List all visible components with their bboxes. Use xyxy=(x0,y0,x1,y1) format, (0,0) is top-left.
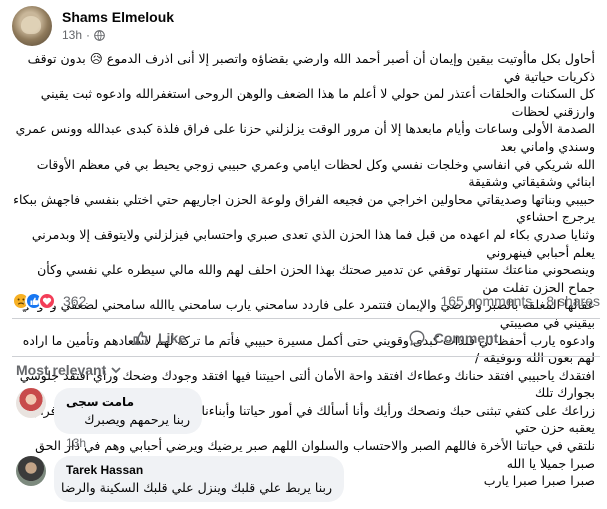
commenter-avatar[interactable] xyxy=(16,388,46,418)
comment-bubble: مامت سجى ربنا يرحمهم ويصبرك xyxy=(54,388,202,434)
divider xyxy=(12,318,600,319)
commenter-name[interactable]: Tarek Hassan xyxy=(66,463,332,477)
chevron-down-icon xyxy=(111,367,121,374)
post-text-line: الله شريكي في انفاسي وخلجات نفسي وكل لحظ… xyxy=(36,156,595,190)
love-reaction-icon xyxy=(38,292,56,310)
comment-label: Comment xyxy=(433,330,499,346)
author-avatar[interactable] xyxy=(12,6,52,46)
comment-sort-dropdown[interactable]: Most relevant xyxy=(16,362,122,378)
post-time[interactable]: 13h xyxy=(62,28,82,42)
comment-time[interactable]: 13h xyxy=(66,436,86,450)
comment-icon xyxy=(409,330,425,346)
post-text-line: كل السكنات والحلقات أعتذر لمن حولي لا أع… xyxy=(40,86,595,119)
reaction-summary[interactable]: 362 xyxy=(12,292,86,310)
post-text-line: أحاول بكل ماأوتيت بيقين وإيمان أن أصبر أ… xyxy=(27,51,595,84)
comment-button[interactable]: Comment xyxy=(306,320,600,356)
comment-text: ربنا يرحمهم ويصبرك xyxy=(84,412,190,427)
like-label: Like xyxy=(157,330,186,346)
comments-count[interactable]: 165 comments xyxy=(440,293,532,309)
comment-text: ربنا يربط علي قلبك وينزل علي قلبك السكين… xyxy=(61,480,332,495)
commenter-avatar[interactable] xyxy=(16,456,46,486)
engagement-counts: 165 comments 8 shares xyxy=(440,293,600,309)
author-name[interactable]: Shams Elmelouk xyxy=(62,9,174,25)
like-button[interactable]: Like xyxy=(12,320,306,356)
comment-item: Tarek Hassan ربنا يربط علي قلبك وينزل عل… xyxy=(16,456,596,509)
reaction-count[interactable]: 362 xyxy=(63,293,86,309)
thumbs-up-icon xyxy=(133,331,148,346)
post-meta: 13h · xyxy=(62,28,105,42)
shares-count[interactable]: 8 shares xyxy=(546,293,600,309)
post-action-bar: Like Comment xyxy=(12,320,600,356)
commenter-name[interactable]: مامت سجى xyxy=(66,395,190,409)
sort-label: Most relevant xyxy=(16,362,107,378)
post-header: Shams Elmelouk 13h · xyxy=(12,6,602,46)
post-stats: 362 165 comments 8 shares xyxy=(12,290,600,312)
post-text-line: الصدمة الأولى وساعات وأيام مابعدها إلا أ… xyxy=(15,121,595,154)
post-text-line: وثنايا صدري بكاء لم اعهده من قبل فما هذا… xyxy=(31,226,595,260)
comment-bubble: Tarek Hassan ربنا يربط علي قلبك وينزل عل… xyxy=(54,456,344,502)
divider xyxy=(12,356,600,357)
globe-icon xyxy=(94,29,105,41)
comment-item: مامت سجى ربنا يرحمهم ويصبرك 13h xyxy=(16,388,596,452)
post-text-line: حبيبي وبناتها وصديقاتي محاولين اخراجي من… xyxy=(13,191,595,225)
